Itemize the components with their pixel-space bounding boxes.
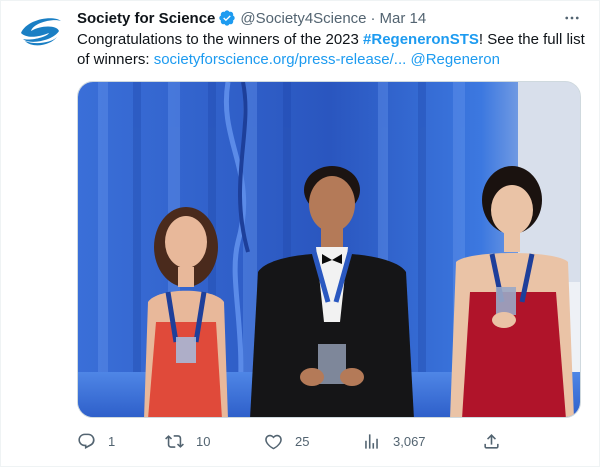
views-button[interactable]: 3,067 xyxy=(362,429,426,453)
tweet-header: Society for Science @Society4Science · M… xyxy=(77,7,583,29)
reply-icon xyxy=(78,433,95,449)
winners-photo-image xyxy=(78,82,580,417)
tweet-card[interactable]: Society for Science @Society4Science · M… xyxy=(0,0,600,467)
society-logo-icon xyxy=(21,18,61,46)
share-button[interactable] xyxy=(482,429,501,453)
hashtag-link[interactable]: #RegeneronSTS xyxy=(363,31,479,48)
verified-badge-icon xyxy=(218,9,236,27)
views-chart-icon xyxy=(365,433,378,449)
tweet-actions: 1 10 25 3,067 xyxy=(77,429,507,453)
heart-icon xyxy=(265,434,282,449)
retweet-button[interactable]: 10 xyxy=(165,429,210,453)
reply-button[interactable]: 1 xyxy=(77,429,115,453)
more-dots-icon[interactable] xyxy=(561,7,583,29)
tweet-photo[interactable] xyxy=(77,81,581,418)
like-count: 25 xyxy=(295,433,310,449)
tweet-text: Congratulations to the winners of the 20… xyxy=(77,30,589,70)
retweet-count: 10 xyxy=(196,433,211,449)
separator-dot: · xyxy=(370,9,376,27)
reply-count: 1 xyxy=(108,433,116,449)
author-display-name[interactable]: Society for Science xyxy=(77,10,215,27)
mention-link[interactable]: @Regeneron xyxy=(410,51,499,68)
tweet-timestamp[interactable]: Mar 14 xyxy=(380,10,427,27)
views-count: 3,067 xyxy=(393,433,426,449)
press-release-link[interactable]: societyforscience.org/press-release/... xyxy=(154,51,407,68)
tweet-text-part1: Congratulations to the winners of the 20… xyxy=(77,31,364,48)
author-avatar[interactable] xyxy=(17,11,65,51)
like-button[interactable]: 25 xyxy=(264,429,309,453)
author-handle[interactable]: @Society4Science xyxy=(240,10,366,27)
share-icon xyxy=(484,433,499,449)
retweet-icon xyxy=(165,434,184,448)
